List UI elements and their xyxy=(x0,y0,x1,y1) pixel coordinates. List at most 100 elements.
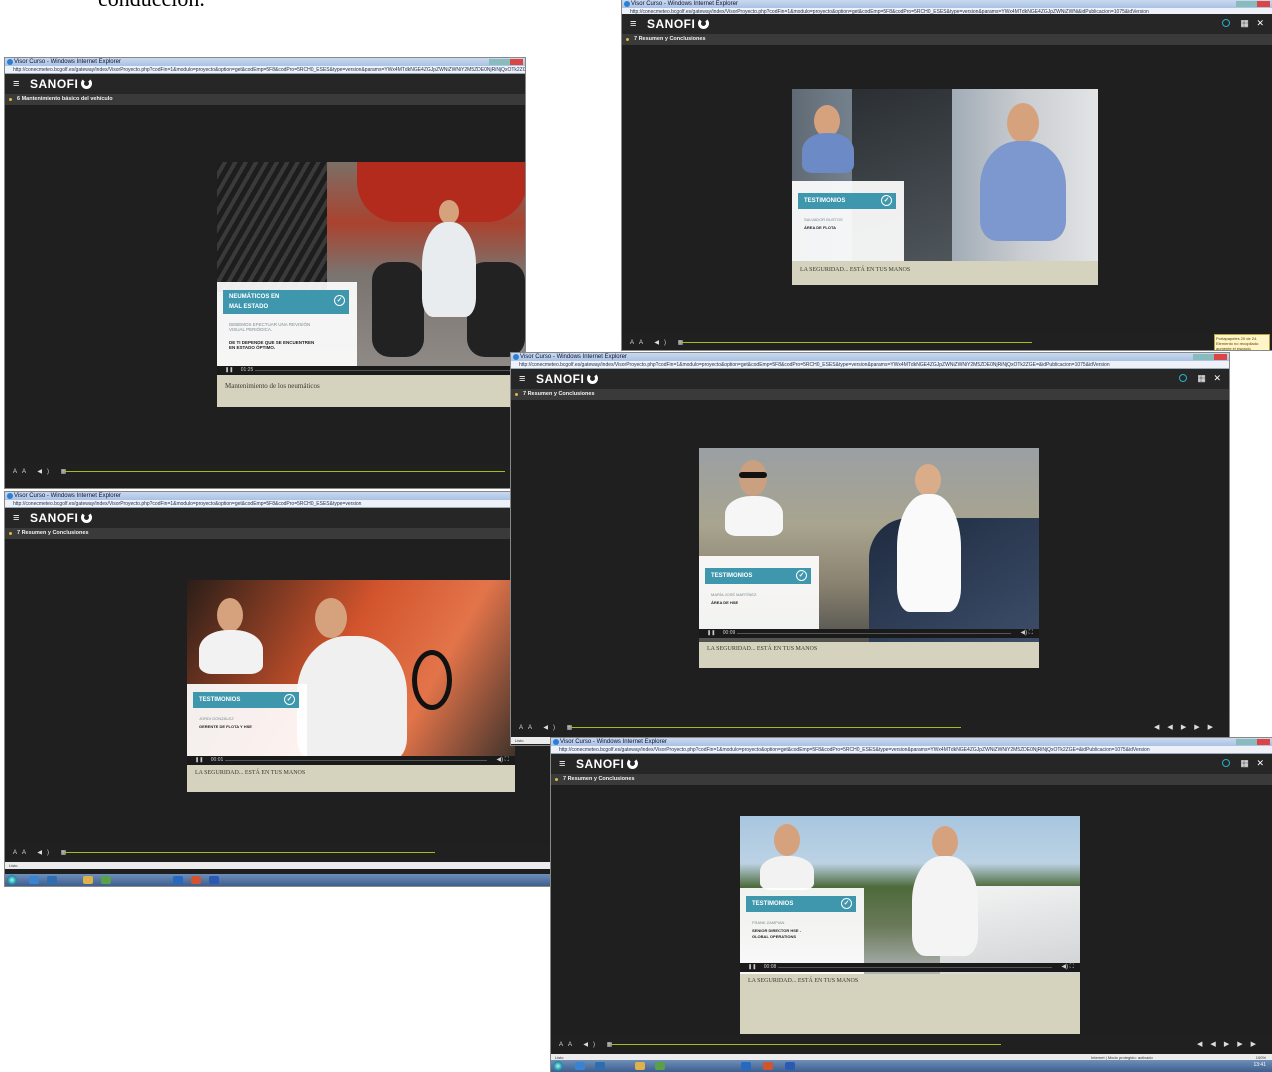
toolbar-icons[interactable]: AA ◀) ▦ xyxy=(519,724,577,731)
speaker-body-small xyxy=(760,856,814,890)
pause-icon[interactable]: ❚❚ xyxy=(225,367,233,373)
text-size-icon: AA xyxy=(630,340,648,346)
video-frame[interactable]: TESTIMONIOS ✓ FRANK ZAMPIAN SENIOR DIRECT… xyxy=(740,816,1080,974)
course-progress[interactable] xyxy=(65,471,505,472)
grid-icon[interactable]: ▦ xyxy=(1197,373,1206,383)
toolbar-icons[interactable]: AA ◀) ▦ xyxy=(13,849,71,856)
section-breadcrumb[interactable]: 7 Resumen y Conclusiones xyxy=(551,774,1272,785)
volume-icon[interactable]: ◀) ⛶ xyxy=(1021,629,1033,638)
taskbar-app-media[interactable] xyxy=(47,876,57,884)
start-button[interactable] xyxy=(553,1061,563,1071)
taskbar-app-folder[interactable] xyxy=(83,876,93,884)
bullet-icon xyxy=(9,98,12,101)
grid-icon[interactable]: ▦ xyxy=(1240,758,1249,768)
video-frame[interactable]: TESTIMONIOS ✓ MARÍA JOSÉ MARTÍNEZ ÁREA DE… xyxy=(699,448,1039,642)
video-progress[interactable] xyxy=(225,760,487,761)
rewind-icon: ◀◀ xyxy=(1154,724,1181,731)
start-button[interactable] xyxy=(7,875,17,885)
window-controls[interactable] xyxy=(1236,1,1270,7)
taskbar-app-powerpoint[interactable] xyxy=(763,1062,773,1070)
toolbar-icons[interactable]: AA ◀) ▦ xyxy=(13,468,71,475)
video-frame[interactable]: NEUMÁTICOS EN MAL ESTADO ✓ DEBEMOS EFECTUA… xyxy=(217,162,525,366)
address-bar[interactable]: http://conecmeteo.bcgolf.es/gateway/inde… xyxy=(5,66,525,74)
status-bar: Listo xyxy=(5,862,553,869)
video-card: NEUMÁTICOS EN MAL ESTADO ✓ DEBEMOS EFECTUA… xyxy=(217,162,525,407)
menu-icon[interactable]: ≡ xyxy=(630,19,636,30)
course-progress[interactable] xyxy=(682,342,1032,343)
video-controls: ❚❚ 00:01 ◀) ⛶ xyxy=(187,756,515,765)
grid-icon[interactable]: ▦ xyxy=(1240,18,1249,28)
info-overlay: TESTIMONIOS ✓ FRANK ZAMPIAN SENIOR DIRECT… xyxy=(740,888,864,974)
video-progress[interactable] xyxy=(255,370,525,371)
clipboard-notification[interactable]: Portapapeles 20 de 24. Elemento no recop… xyxy=(1214,334,1270,350)
volume-icon: ◀) xyxy=(654,340,671,346)
loading-ring-icon[interactable] xyxy=(1222,759,1231,767)
address-bar[interactable]: http://conecmeteo.bcgolf.es/gateway/inde… xyxy=(511,361,1229,369)
section-breadcrumb[interactable]: 7 Resumen y Conclusiones xyxy=(622,34,1272,45)
window-controls[interactable] xyxy=(1236,739,1270,745)
address-bar[interactable]: http://conecmeteo.bcgolf.es/gateway/inde… xyxy=(551,746,1272,754)
speaker-head xyxy=(315,598,347,638)
volume-icon: ◀) xyxy=(543,725,560,731)
menu-icon[interactable]: ≡ xyxy=(559,759,565,770)
video-controls: ❚❚ 00:08 ◀) ⛶ xyxy=(740,963,1080,972)
presenter-body xyxy=(422,222,476,317)
loading-ring-icon[interactable] xyxy=(1179,374,1188,382)
screenshot-collage: conducción. Visor Curso - Windows Intern… xyxy=(0,0,1272,1072)
pause-icon[interactable]: ❚❚ xyxy=(195,757,203,763)
video-progress[interactable] xyxy=(778,967,1052,968)
transcript-icon: ▦ xyxy=(606,1042,618,1048)
playback-nav[interactable]: ◀◀▶▶▶ xyxy=(1154,723,1221,731)
ie-icon xyxy=(624,1,630,7)
person-role-line-2: GLOBAL OPERATIONS xyxy=(752,934,797,939)
section-breadcrumb[interactable]: 7 Resumen y Conclusiones xyxy=(511,389,1229,400)
taskbar-app-outlook[interactable] xyxy=(741,1062,751,1070)
address-bar[interactable]: http://conecmeteo.bcgolf.es/gateway/inde… xyxy=(5,500,553,508)
pause-icon[interactable]: ❚❚ xyxy=(707,630,715,636)
video-time: 00:01 xyxy=(210,757,224,763)
speaker-head xyxy=(1007,103,1039,143)
bullet-icon xyxy=(555,778,558,781)
video-progress[interactable] xyxy=(737,633,1011,634)
taskbar-app-folder[interactable] xyxy=(635,1062,645,1070)
taskbar-app-outlook[interactable] xyxy=(173,876,183,884)
toolbar-icons[interactable]: AA ◀) ▦ xyxy=(630,339,688,346)
close-icon[interactable]: ✕ xyxy=(1213,373,1221,383)
speaker-head-small xyxy=(739,460,767,496)
close-icon[interactable]: ✕ xyxy=(1256,18,1264,28)
person-role: GERENTE DE FLOTA Y HSE xyxy=(199,724,252,729)
person-role-line-1: SENIOR DIRECTOR HSE - xyxy=(752,928,802,933)
course-progress[interactable] xyxy=(611,1044,1001,1045)
window-controls[interactable] xyxy=(1193,354,1227,360)
menu-icon[interactable]: ≡ xyxy=(13,513,19,524)
taskbar-app-word[interactable] xyxy=(209,876,219,884)
video-frame[interactable]: TESTIMONIOS ✓ JORDI GONZÁLEZ GERENTE DE F… xyxy=(187,580,515,764)
video-frame[interactable]: TESTIMONIOS ✓ SALVADOR BUSTOS ÁREA DE FLO… xyxy=(792,89,1098,261)
taskbar-app-chrome[interactable] xyxy=(101,876,111,884)
menu-icon[interactable]: ≡ xyxy=(13,79,19,90)
course-progress[interactable] xyxy=(65,852,435,853)
taskbar-app-powerpoint[interactable] xyxy=(191,876,201,884)
speaker-body-small xyxy=(725,496,783,536)
section-breadcrumb[interactable]: 6 Mantenimiento básico del vehículo xyxy=(5,94,525,105)
volume-icon[interactable]: ◀) ⛶ xyxy=(1062,963,1074,972)
section-breadcrumb[interactable]: 7 Resumen y Conclusiones xyxy=(5,528,553,539)
taskbar-app-chrome[interactable] xyxy=(655,1062,665,1070)
fast-forward-icon: ▶▶ xyxy=(1194,724,1221,731)
taskbar-app-ie[interactable] xyxy=(29,876,39,884)
playback-nav[interactable]: ◀◀▶▶▶ xyxy=(1197,1040,1264,1048)
pause-icon[interactable]: ❚❚ xyxy=(748,964,756,970)
taskbar-app-word[interactable] xyxy=(785,1062,795,1070)
overlay-body: DEBEMOS EFECTUAR UNA REVISIÓN VISUAL PER… xyxy=(229,322,311,332)
video-controls: ❚❚ 01:25 xyxy=(217,366,525,375)
menu-icon[interactable]: ≡ xyxy=(519,374,525,385)
course-progress[interactable] xyxy=(571,727,961,728)
taskbar-app-media[interactable] xyxy=(595,1062,605,1070)
taskbar-app-ie[interactable] xyxy=(575,1062,585,1070)
loading-ring-icon[interactable] xyxy=(1222,19,1231,27)
volume-icon[interactable]: ◀) ⛶ xyxy=(497,756,509,765)
toolbar-icons[interactable]: AA ◀) ▦ xyxy=(559,1041,617,1048)
window-controls[interactable] xyxy=(489,59,523,65)
close-icon[interactable]: ✕ xyxy=(1256,758,1264,768)
system-clock[interactable]: 13:41 xyxy=(1253,1062,1266,1068)
